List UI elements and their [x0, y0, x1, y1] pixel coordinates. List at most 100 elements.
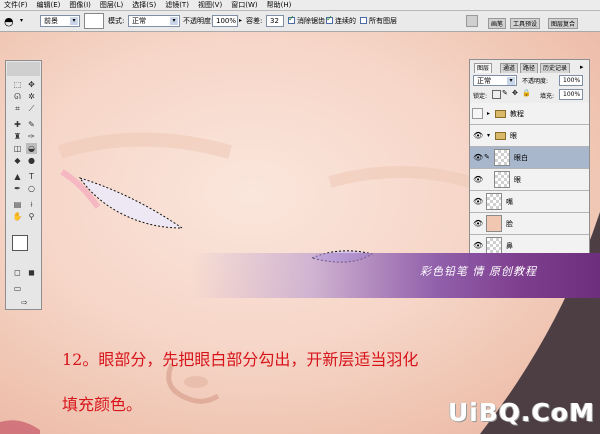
lock-pixels-icon[interactable]: ✎: [502, 89, 508, 97]
lasso-tool-icon[interactable]: ᘏ: [12, 91, 23, 102]
opacity-arrow[interactable]: ▸: [239, 17, 242, 24]
contiguous-checkbox[interactable]: [326, 14, 333, 24]
menu-view[interactable]: 视图(V): [198, 0, 222, 11]
tab-channels[interactable]: 通道: [500, 63, 519, 73]
collapse-arrow-icon[interactable]: ▾: [487, 132, 490, 139]
layer-opacity-label: 不透明度:: [522, 78, 549, 85]
menu-file[interactable]: 文件(F): [4, 0, 28, 11]
tab-history[interactable]: 历史记录: [540, 63, 571, 73]
move-tool-icon[interactable]: ✥: [26, 79, 37, 90]
menu-edit[interactable]: 编辑(E): [37, 0, 61, 11]
lock-transparency-icon[interactable]: [492, 90, 501, 99]
eraser-tool-icon[interactable]: ◫: [12, 143, 23, 154]
screen-mode-icon[interactable]: ▭: [12, 283, 23, 294]
eyedropper-tool-icon[interactable]: ⟊: [26, 199, 37, 210]
chevron-down-icon: ▾: [70, 17, 78, 25]
layer-row-face[interactable]: 👁 脸: [470, 213, 589, 235]
opacity-input[interactable]: 100%: [212, 15, 238, 27]
layer-row-group-eye[interactable]: 👁 ▾ 眼: [470, 125, 589, 147]
tab-paths[interactable]: 路径: [520, 63, 539, 73]
menu-bar: 文件(F) 编辑(E) 图像(I) 图层(L) 选择(S) 滤镜(T) 视图(V…: [0, 0, 600, 11]
eye-icon[interactable]: 👁: [473, 197, 483, 206]
type-tool-icon[interactable]: T: [26, 171, 37, 182]
layer-row-mouth[interactable]: 👁 嘴: [470, 191, 589, 213]
expand-arrow-icon[interactable]: ▸: [487, 110, 490, 117]
menu-layer[interactable]: 图层(L): [100, 0, 123, 11]
paint-bucket-icon[interactable]: ◓: [4, 15, 18, 28]
fill-input[interactable]: 100%: [559, 89, 583, 100]
panel-menu-icon[interactable]: ▸: [580, 63, 584, 71]
well-icon[interactable]: [466, 15, 478, 27]
crop-tool-icon[interactable]: ⌗: [12, 103, 23, 114]
notes-tool-icon[interactable]: ▤: [12, 199, 23, 210]
menu-help[interactable]: 帮助(H): [267, 0, 292, 11]
dodge-tool-icon[interactable]: ●: [26, 155, 37, 166]
paint-bucket-tool-icon[interactable]: ◒: [26, 143, 37, 154]
lock-all-icon[interactable]: 🔒: [522, 89, 531, 97]
palette-well-tab-comps[interactable]: 图层复合: [548, 18, 579, 29]
layer-row-eye-white[interactable]: 👁 ✎ 眼白: [470, 147, 589, 169]
pattern-swatch[interactable]: [84, 13, 104, 29]
pen-tool-icon[interactable]: ✒: [12, 183, 23, 194]
caption-line-1: 12。眼部分，先把眼白部分勾出，开新层适当羽化: [62, 350, 419, 369]
layer-thumbnail: [494, 171, 510, 188]
shape-tool-icon[interactable]: ○: [26, 183, 37, 194]
fill-value: 100%: [563, 91, 581, 98]
quick-mask-icon[interactable]: ◻: [12, 267, 23, 278]
magic-wand-tool-icon[interactable]: ✲: [26, 91, 37, 102]
layer-row-group-tutorial[interactable]: ▸ 教程: [470, 103, 589, 125]
visibility-toggle-empty[interactable]: [472, 108, 483, 119]
eye-icon[interactable]: 👁: [473, 175, 483, 184]
palette-well-tab-presets[interactable]: 工具预设: [510, 18, 541, 29]
layer-thumbnail: [494, 149, 510, 166]
layer-opacity-input[interactable]: 100%: [559, 75, 583, 86]
foreground-color-swatch[interactable]: [12, 235, 28, 251]
folder-icon: [495, 132, 506, 140]
menu-window[interactable]: 窗口(W): [231, 0, 257, 11]
jump-to-imageready-icon[interactable]: ⇨: [19, 297, 30, 308]
brush-indicator-icon: ✎: [484, 153, 490, 161]
path-selection-tool-icon[interactable]: ▲: [12, 171, 23, 182]
tool-preset-dropdown[interactable]: ▾: [20, 17, 23, 24]
layer-name: 眼: [514, 176, 521, 184]
tolerance-input[interactable]: 32: [266, 15, 284, 27]
healing-brush-tool-icon[interactable]: ✚: [12, 119, 23, 130]
mode-label: 模式:: [108, 17, 125, 25]
blend-mode-select[interactable]: 正常 ▾: [473, 75, 517, 86]
menu-filter[interactable]: 滤镜(T): [165, 0, 189, 11]
fill-source-select[interactable]: 前景 ▾: [40, 15, 80, 27]
chevron-down-icon: ▾: [507, 77, 515, 85]
eye-icon[interactable]: 👁: [473, 153, 483, 162]
caption-line-2: 填充颜色。: [62, 395, 143, 414]
history-brush-tool-icon[interactable]: ✑: [26, 131, 37, 142]
mode-select[interactable]: 正常 ▾: [128, 15, 180, 27]
antialias-label: 消除锯齿: [297, 17, 325, 25]
menu-select[interactable]: 选择(S): [132, 0, 156, 11]
layer-thumbnail: [486, 193, 502, 210]
all-layers-label: 所有图层: [369, 17, 397, 25]
stamp-tool-icon[interactable]: ♜: [12, 131, 23, 142]
toolbox-header: [7, 62, 40, 76]
tab-layers[interactable]: 图层: [474, 63, 493, 73]
zoom-tool-icon[interactable]: ⚲: [26, 211, 37, 222]
menu-image[interactable]: 图像(I): [69, 0, 91, 11]
lock-position-icon[interactable]: ✥: [512, 89, 518, 97]
layer-row-eye[interactable]: 👁 眼: [470, 169, 589, 191]
antialias-checkbox[interactable]: [288, 14, 295, 24]
slice-tool-icon[interactable]: ⟋: [26, 103, 37, 114]
palette-well-tab-brushes[interactable]: 画笔: [488, 18, 507, 29]
options-bar: ◓ ▾ 前景 ▾ 模式: 正常 ▾ 不透明度: 100% ▸ 容差: 32 消除锯齿…: [0, 11, 600, 32]
eye-icon[interactable]: 👁: [473, 219, 483, 228]
mode-value: 正常: [132, 17, 146, 25]
title-banner: [190, 253, 600, 298]
eye-icon[interactable]: 👁: [473, 241, 483, 250]
marquee-tool-icon[interactable]: ⬚: [12, 79, 23, 90]
toolbox: ⬚ ✥ ᘏ ✲ ⌗ ⟋ ✚ ✎ ♜ ✑ ◫ ◒ ◆ ● ▲ T ✒ ○ ▤ ⟊ …: [5, 60, 42, 310]
hand-tool-icon[interactable]: ✋: [12, 211, 23, 222]
brush-tool-icon[interactable]: ✎: [26, 119, 37, 130]
blur-tool-icon[interactable]: ◆: [12, 155, 23, 166]
eye-icon[interactable]: 👁: [473, 131, 483, 140]
quick-mask-on-icon[interactable]: ◼: [26, 267, 37, 278]
left-eyebrow: [57, 132, 232, 159]
all-layers-checkbox[interactable]: [360, 17, 367, 24]
